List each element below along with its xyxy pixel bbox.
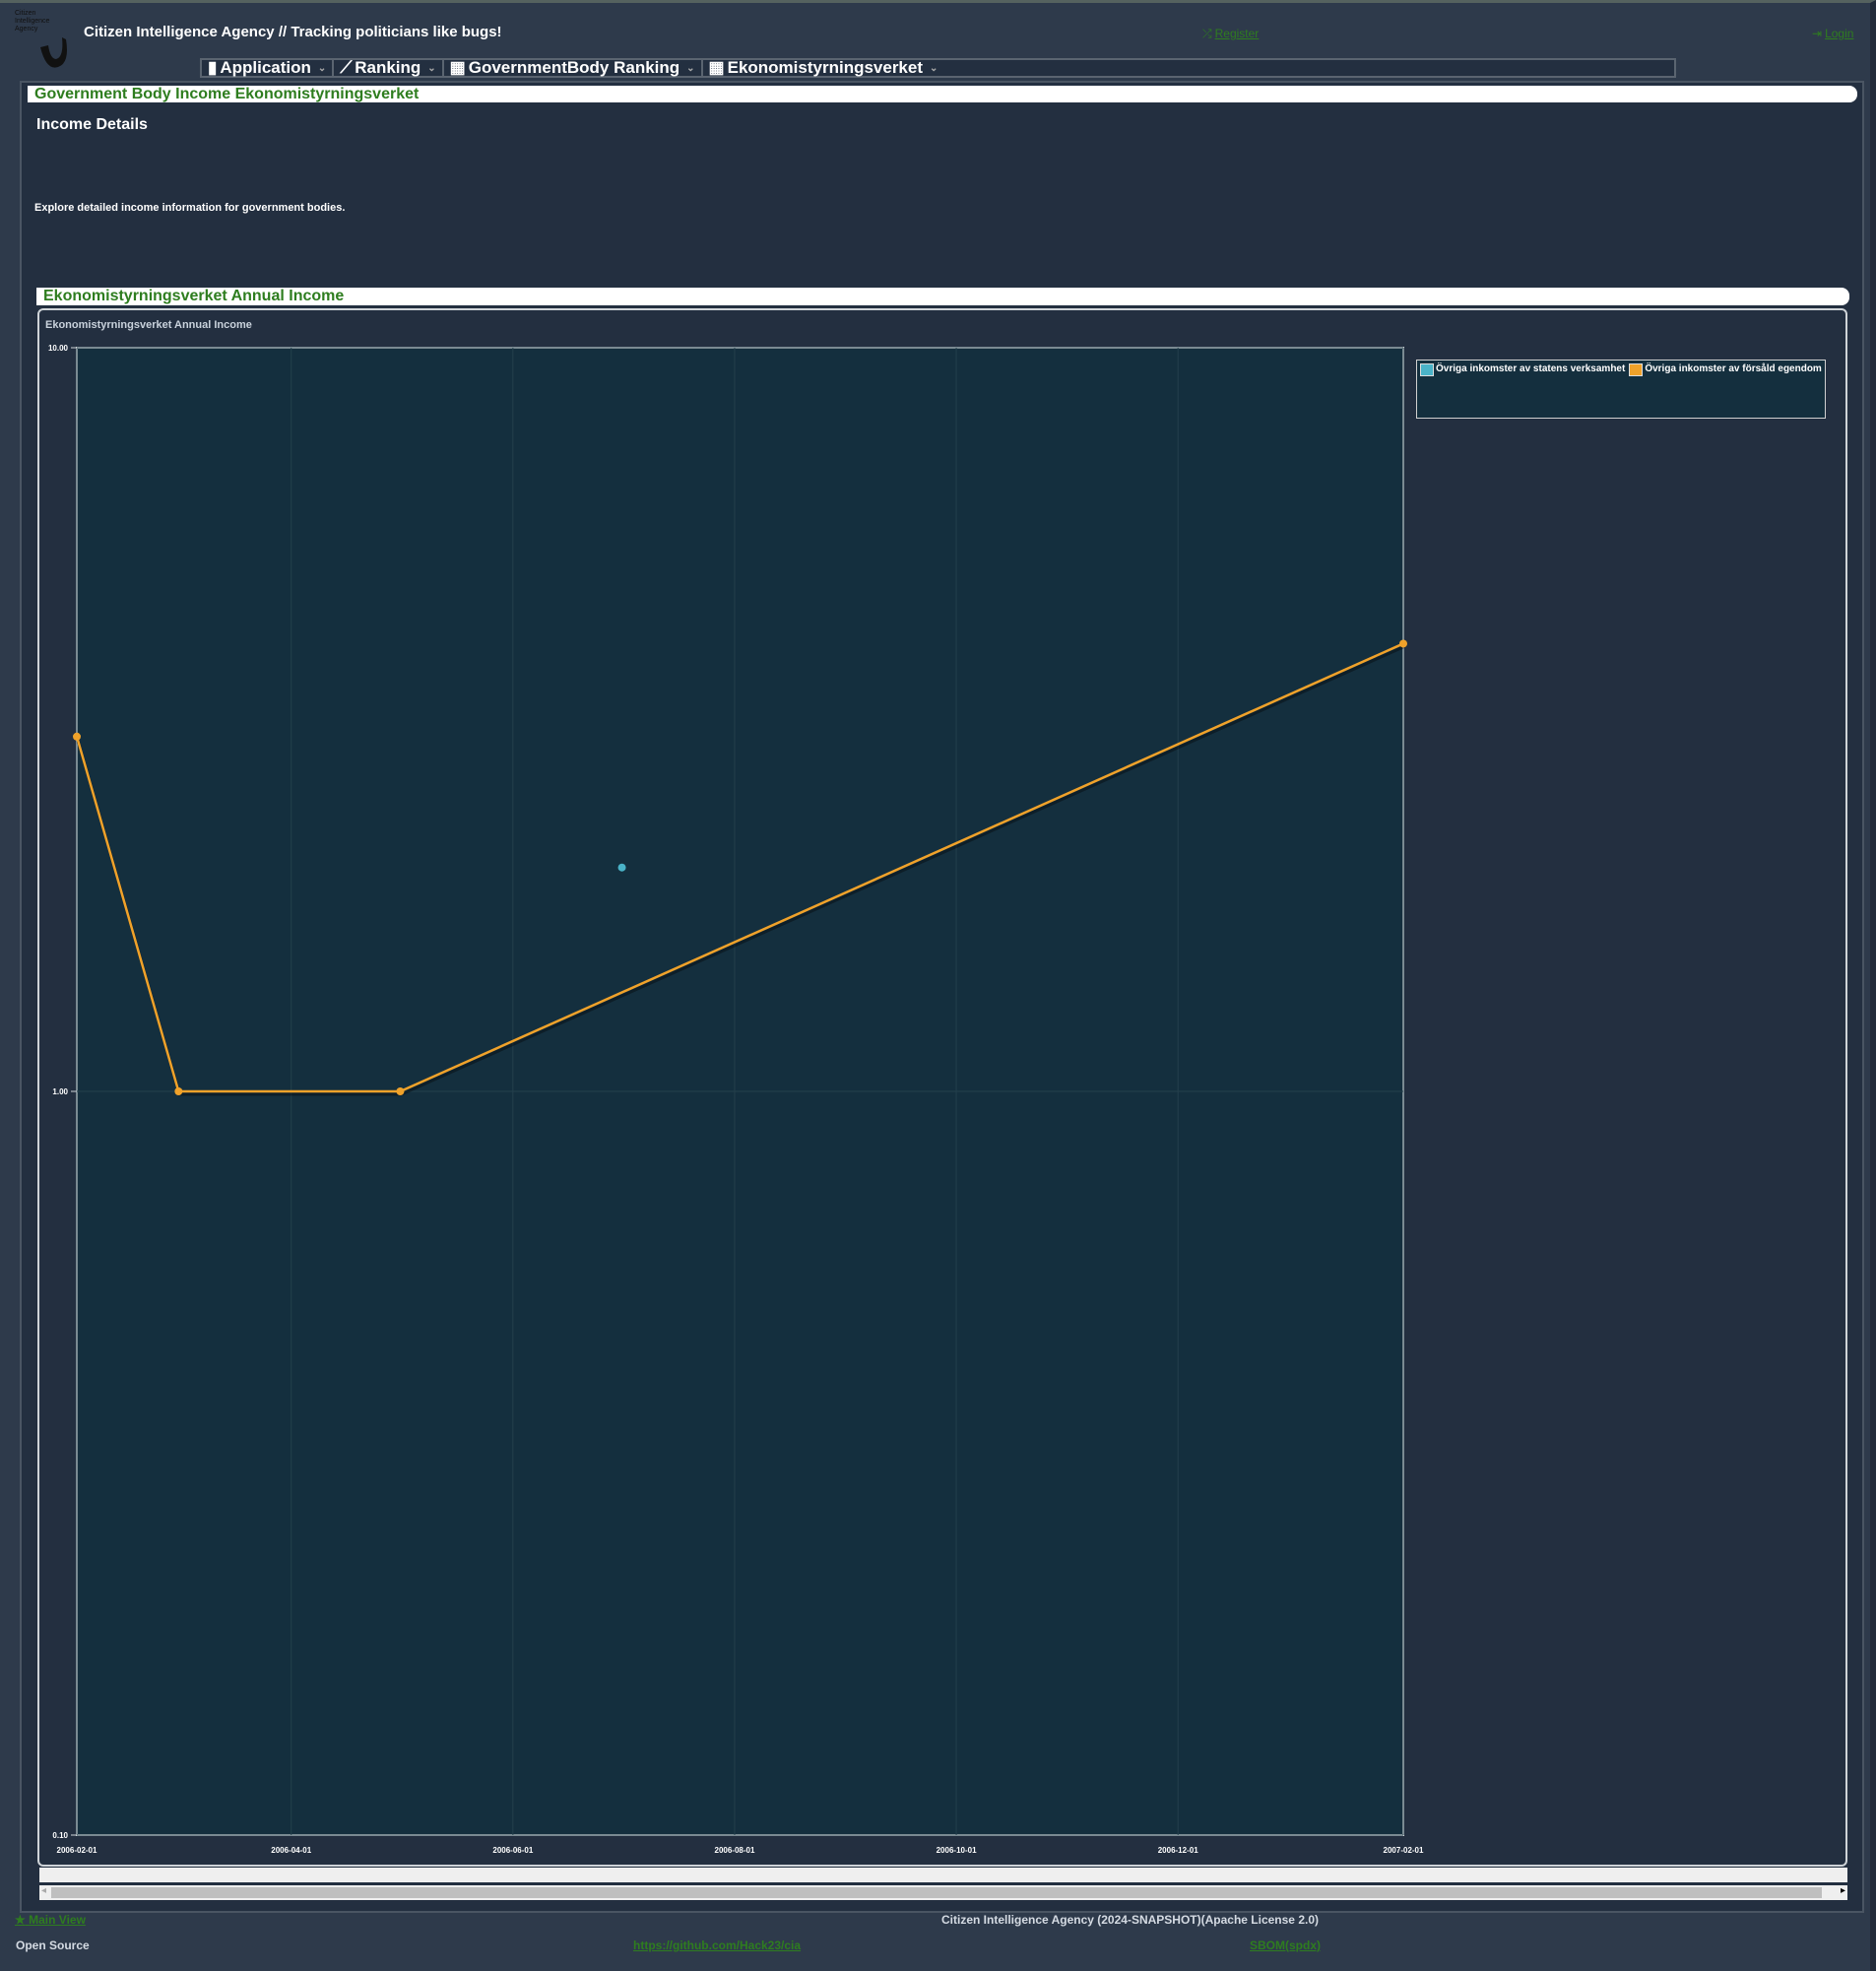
x-tick-label: 2006-06-01 [492, 1846, 533, 1855]
income-chart: 2006-02-01 2006-04-01 2006-06-01 2006-08-01… [48, 344, 1424, 1855]
chart-legend: Övriga inkomster av statens verksamhet Ö… [1416, 360, 1826, 419]
scroll-right-icon[interactable]: ▸ [1841, 1885, 1845, 1896]
data-point [1399, 639, 1407, 648]
main-view-label: Main View [29, 1913, 86, 1927]
legend-swatch [1420, 363, 1434, 376]
x-tick-label: 2006-08-01 [715, 1846, 755, 1855]
star-icon: ★ [15, 1913, 26, 1927]
scroll-left-icon[interactable]: ◂ [41, 1885, 46, 1896]
data-point [617, 863, 626, 872]
y-tick-label: 1.00 [52, 1087, 68, 1096]
x-tick-label: 2006-12-01 [1158, 1846, 1198, 1855]
footer-version: Citizen Intelligence Agency (2024-SNAPSH… [941, 1913, 1319, 1927]
chart-scroll-area[interactable] [39, 1868, 1847, 1882]
y-tick-label: 0.10 [52, 1831, 68, 1840]
sbom-link[interactable]: SBOM(spdx) [1250, 1938, 1321, 1952]
x-tick-label: 2006-02-01 [57, 1846, 97, 1855]
legend-item[interactable]: Övriga inkomster av försåld egendom [1629, 363, 1822, 415]
main-view-link[interactable]: ★ Main View [15, 1913, 86, 1927]
footer-open-source: Open Source [16, 1938, 90, 1952]
x-tick-label: 2006-04-01 [271, 1846, 311, 1855]
x-tick-label: 2006-10-01 [937, 1846, 977, 1855]
horizontal-scrollbar[interactable]: ▸ ◂ [39, 1885, 1847, 1900]
data-point [174, 1087, 183, 1095]
y-tick-label: 10.00 [48, 344, 69, 353]
legend-item[interactable]: Övriga inkomster av statens verksamhet [1420, 363, 1625, 415]
github-link[interactable]: https://github.com/Hack23/cia [633, 1938, 801, 1952]
legend-swatch [1629, 363, 1644, 376]
legend-label: Övriga inkomster av statens verksamhet [1436, 363, 1626, 374]
x-tick-label: 2007-02-01 [1384, 1846, 1424, 1855]
data-point [396, 1087, 405, 1095]
legend-label: Övriga inkomster av försåld egendom [1645, 363, 1822, 374]
data-point [73, 732, 81, 741]
scrollbar-thumb[interactable] [51, 1887, 1822, 1898]
